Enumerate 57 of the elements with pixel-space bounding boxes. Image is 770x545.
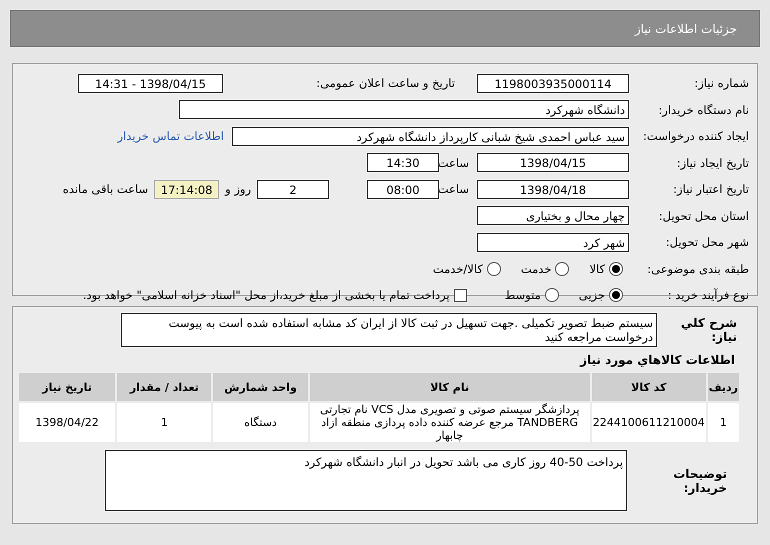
- field-label: نام دستگاه خریدار:: [657, 102, 750, 117]
- field-label: ایجاد کننده درخواست:: [642, 129, 750, 144]
- field-label: ساعت: [439, 182, 469, 196]
- field-label: طبقه بندی موضوعی:: [646, 262, 750, 276]
- checkbox[interactable]: [454, 288, 467, 302]
- radio-button[interactable]: [609, 262, 623, 276]
- field-value: شهر کرد: [477, 232, 629, 252]
- field-label: ساعت: [439, 156, 469, 170]
- notes-text: پرداخت 50-40 روز کاری می باشد تحویل در انبار دانشگاه شهرکرد: [105, 450, 627, 511]
- table-cell: پردازشگر سیستم صوتی و تصویری مدل VCS نام تجارتی TANDBERG مرجع عرضه کننده داده پردازی منطقه ازاد چابهار: [310, 403, 590, 442]
- table-cell: دستگاه: [213, 403, 308, 442]
- field-label: روز و: [225, 182, 251, 196]
- radio-button[interactable]: [609, 288, 623, 302]
- field-value: 2: [257, 180, 329, 199]
- field-label: تاریخ و ساعت اعلان عمومی:: [315, 76, 455, 90]
- radio-button[interactable]: [555, 262, 570, 276]
- countdown: 17:14:08: [154, 180, 220, 199]
- field-label: شرح کلي نياز:: [680, 316, 738, 344]
- column-header: کد کالا: [592, 373, 706, 401]
- option-label: جزیی: [578, 288, 605, 302]
- field-value: 1398/04/15 - 14:31: [78, 74, 223, 93]
- option-label: متوسط: [504, 288, 541, 302]
- column-header: واحد شمارش: [213, 373, 308, 401]
- table-cell: 1: [117, 403, 212, 442]
- field-value: چهار محال و بختیاری: [477, 206, 629, 226]
- field-label: استان محل تحویل:: [658, 208, 750, 223]
- field-value: 1398/04/18: [477, 180, 629, 199]
- field-value: سید عباس احمدی شیخ شبانی کارپرداز دانشگاه شهرکرد: [232, 126, 629, 146]
- checkbox-label: پرداخت تمام یا بخشی از مبلغ خرید،از محل "اسناد خزانه اسلامی" خواهد بود.: [82, 288, 450, 302]
- column-header: تعداد / مقدار: [117, 373, 212, 401]
- radio-button[interactable]: [544, 288, 559, 302]
- table-cell: 2244100611210004: [592, 403, 706, 442]
- field-value: 14:30: [367, 153, 439, 172]
- column-header: نام کالا: [310, 373, 590, 401]
- option-label: کالا: [589, 262, 605, 276]
- column-header: ردیف: [708, 373, 739, 401]
- field-value: دانشگاه شهرکرد: [179, 100, 629, 120]
- field-label: تاریخ اعتبار نیاز:: [672, 182, 750, 196]
- field-label: شهر محل تحویل:: [664, 235, 750, 250]
- radio-button[interactable]: [486, 262, 501, 276]
- field-label: شماره نیاز:: [693, 76, 750, 90]
- table-cell: 1: [708, 403, 739, 442]
- column-header: تاریخ نیاز: [19, 373, 116, 401]
- field-value: 1398/04/15: [477, 153, 629, 172]
- page-title: جزئیات اطلاعات نیاز: [634, 22, 737, 36]
- field-label: تاریخ ایجاد نیاز:: [676, 156, 750, 170]
- section-title: اطلاعات كالاهاي مورد نياز: [578, 353, 735, 367]
- option-label: کالا/خدمت: [432, 262, 483, 276]
- field-label: ساعت باقی مانده: [62, 182, 148, 196]
- field-value: 08:00: [367, 180, 439, 199]
- table-cell: 1398/04/22: [19, 403, 116, 442]
- field-value: 1198003935000114: [477, 74, 629, 93]
- option-label: خدمت: [520, 262, 552, 276]
- field-label: توضیحات خریدار:: [672, 466, 728, 494]
- field-label: نوع فرآیند خرید :: [666, 288, 750, 302]
- contact-link[interactable]: اطلاعات تماس خریدار: [117, 129, 224, 144]
- description-text: سیستم ضبط تصویر تکمیلی .جهت تسهیل در ثبت کالا از ایران کد مشابه استفاده شده است به پیوست درخواست مراجعه کنید: [121, 313, 657, 347]
